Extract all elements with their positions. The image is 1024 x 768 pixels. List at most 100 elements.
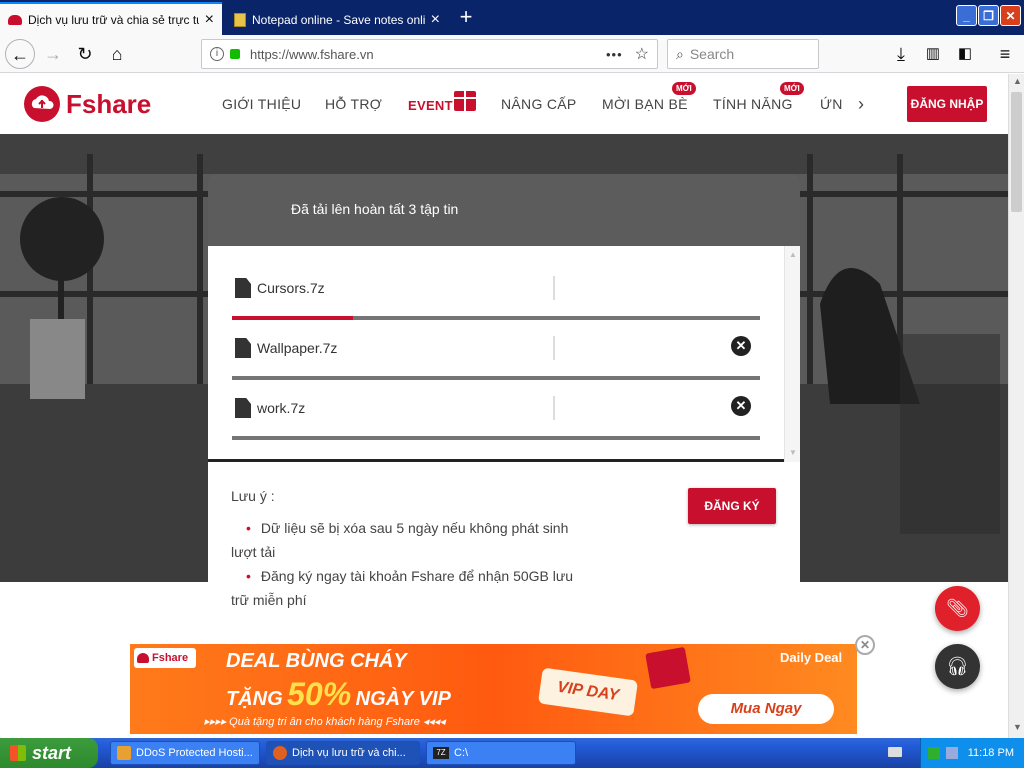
home-button[interactable]: ⌂ [102, 39, 132, 69]
remove-file-icon[interactable]: ✕ [731, 336, 751, 356]
fshare-logo[interactable]: Fshare [24, 86, 151, 122]
close-banner-icon[interactable]: ✕ [855, 635, 875, 655]
file-row: Wallpaper.7z ✕ [232, 324, 760, 384]
close-tab-icon[interactable]: × [431, 11, 440, 29]
file-name: Wallpaper.7z [257, 340, 338, 356]
tab-fshare[interactable]: Dịch vụ lưu trữ và chia sẻ trực tuyế × [0, 2, 222, 35]
cloud-logo-icon [137, 653, 149, 663]
forward-button[interactable]: → [38, 39, 68, 69]
file-row: Cursors.7z [232, 264, 760, 324]
file-name: Cursors.7z [257, 280, 325, 296]
file-list-scrollbar[interactable]: ▲ ▼ [784, 246, 800, 462]
keyboard-icon[interactable] [888, 747, 902, 757]
app-icon [117, 746, 131, 760]
download-icon[interactable]: ⤓ [886, 39, 916, 69]
file-icon [235, 398, 251, 418]
windows-logo-icon [10, 745, 26, 761]
menu-icon[interactable]: ≡ [990, 39, 1020, 69]
divider [553, 276, 555, 300]
taskbar-item[interactable]: 7Z C:\ [426, 741, 576, 765]
tab-notepad[interactable]: Notepad online - Save notes online × [226, 2, 448, 35]
banner-headline: DEAL BÙNG CHÁY [226, 650, 407, 672]
volume-icon[interactable] [945, 747, 958, 759]
banner-logo: Fshare [134, 648, 196, 668]
headset-icon: 🎧︎ [946, 656, 969, 676]
taskbar-item[interactable]: DDoS Protected Hosti... [110, 741, 260, 765]
sevenzip-icon: 7Z [433, 747, 449, 759]
upload-file-list: ▲ ▼ Cursors.7z Wallpaper.7z ✕ work.7z ✕ [208, 246, 800, 462]
progress-track [232, 376, 760, 380]
start-button[interactable]: start [0, 738, 98, 768]
taskbar-item[interactable]: Dịch vụ lưu trữ và chi... [266, 741, 420, 765]
progress-fill [232, 316, 353, 320]
cloud-logo-icon [24, 86, 60, 122]
upload-panel-header: Đã tải lên hoàn tất 3 tập tin [208, 174, 800, 246]
tab-title: Dịch vụ lưu trữ và chia sẻ trực tuyế [28, 12, 199, 27]
library-icon[interactable]: ▥ [918, 39, 948, 69]
web-page: Fshare GIỚI THIỆU HỖ TRỢ EVENT NÂNG CẤP … [0, 74, 1008, 738]
scrollbar-thumb[interactable] [1011, 92, 1022, 212]
attach-upload-button[interactable]: 📎︎ [935, 586, 980, 631]
upload-status-title: Đã tải lên hoàn tất 3 tập tin [291, 201, 459, 217]
restore-button[interactable]: ❐ [978, 5, 999, 26]
promo-banner[interactable]: Fshare DEAL BÙNG CHÁY TẶNG 50% NGÀY VIP … [130, 644, 857, 734]
chevron-right-icon[interactable]: › [858, 94, 864, 115]
navigation-bar: ← → ↻ ⌂ i https://www.fshare.vn ••• ☆ ⌕ … [0, 35, 1024, 73]
vip-day-tag: VIP DAY [537, 667, 639, 717]
new-badge: MỚI [780, 82, 804, 95]
file-icon [235, 278, 251, 298]
minimize-button[interactable]: _ [956, 5, 977, 26]
tab-title: Notepad online - Save notes online [252, 12, 425, 27]
firefox-icon [273, 746, 287, 760]
note-item: • Đăng ký ngay tài khoản Fshare để nhận 5… [246, 568, 574, 584]
close-tab-icon[interactable]: × [205, 11, 214, 29]
browser-tab-bar: Dịch vụ lưu trữ và chia sẻ trực tuyế × N… [0, 0, 1024, 35]
note-item: • Dữ liệu sẽ bị xóa sau 5 ngày nếu không … [246, 520, 569, 536]
divider [553, 396, 555, 420]
info-icon[interactable]: i [210, 47, 224, 61]
divider [553, 336, 555, 360]
network-icon[interactable] [927, 747, 940, 759]
bookmark-star-icon[interactable]: ☆ [635, 44, 649, 64]
file-name: work.7z [257, 400, 306, 416]
support-button[interactable]: 🎧︎ [935, 644, 980, 689]
login-button[interactable]: ĐĂNG NHẬP [907, 86, 987, 122]
page-scrollbar[interactable]: ▲ ▼ [1008, 74, 1024, 738]
gift-icon [645, 646, 691, 690]
register-button[interactable]: ĐĂNG KÝ [688, 488, 776, 524]
progress-track [232, 436, 760, 440]
buy-now-button[interactable]: Mua Ngay [698, 694, 834, 724]
menu-tinh-nang[interactable]: TÍNH NĂNG [713, 96, 793, 112]
note-label: Lưu ý : [231, 488, 275, 504]
note-item-continued: lượt tải [231, 544, 276, 560]
new-tab-button[interactable]: + [452, 4, 480, 30]
search-icon: ⌕ [676, 45, 684, 62]
file-icon [235, 338, 251, 358]
search-placeholder: Search [689, 46, 735, 62]
site-header: Fshare GIỚI THIỆU HỖ TRỢ EVENT NÂNG CẤP … [0, 74, 1008, 134]
paperclip-icon: 📎︎ [946, 598, 969, 618]
back-button[interactable]: ← [5, 39, 35, 69]
taskbar: start DDoS Protected Hosti... Dịch vụ lư… [0, 738, 1024, 768]
reload-button[interactable]: ↻ [70, 39, 100, 69]
search-input[interactable]: ⌕ Search [667, 39, 819, 69]
system-tray: 11:18 PM [920, 738, 1024, 768]
file-row: work.7z ✕ [232, 384, 760, 444]
menu-nang-cap[interactable]: NÂNG CẤP [501, 96, 577, 112]
close-window-button[interactable]: ✕ [1000, 5, 1021, 26]
remove-file-icon[interactable]: ✕ [731, 396, 751, 416]
menu-gioi-thieu[interactable]: GIỚI THIỆU [222, 96, 301, 112]
sidebar-icon[interactable]: ◧ [950, 39, 980, 69]
clock[interactable]: 11:18 PM [968, 747, 1014, 759]
url-bar[interactable]: i https://www.fshare.vn ••• ☆ [201, 39, 658, 69]
upload-notes: Lưu ý : • Dữ liệu sẽ bị xóa sau 5 ngày nế… [208, 462, 800, 674]
menu-event[interactable]: EVENT [408, 98, 453, 113]
menu-ung-dung[interactable]: ỨN [820, 96, 843, 112]
new-badge: MỚI [672, 82, 696, 95]
url-text: https://www.fshare.vn [250, 46, 374, 62]
daily-deal-label: Daily Deal [780, 650, 843, 665]
menu-moi-ban-be[interactable]: MỜI BẠN BÈ [602, 96, 688, 112]
menu-ho-tro[interactable]: HỖ TRỢ [325, 96, 382, 112]
notepad-favicon-icon [234, 12, 246, 27]
page-actions-icon[interactable]: ••• [606, 47, 623, 62]
